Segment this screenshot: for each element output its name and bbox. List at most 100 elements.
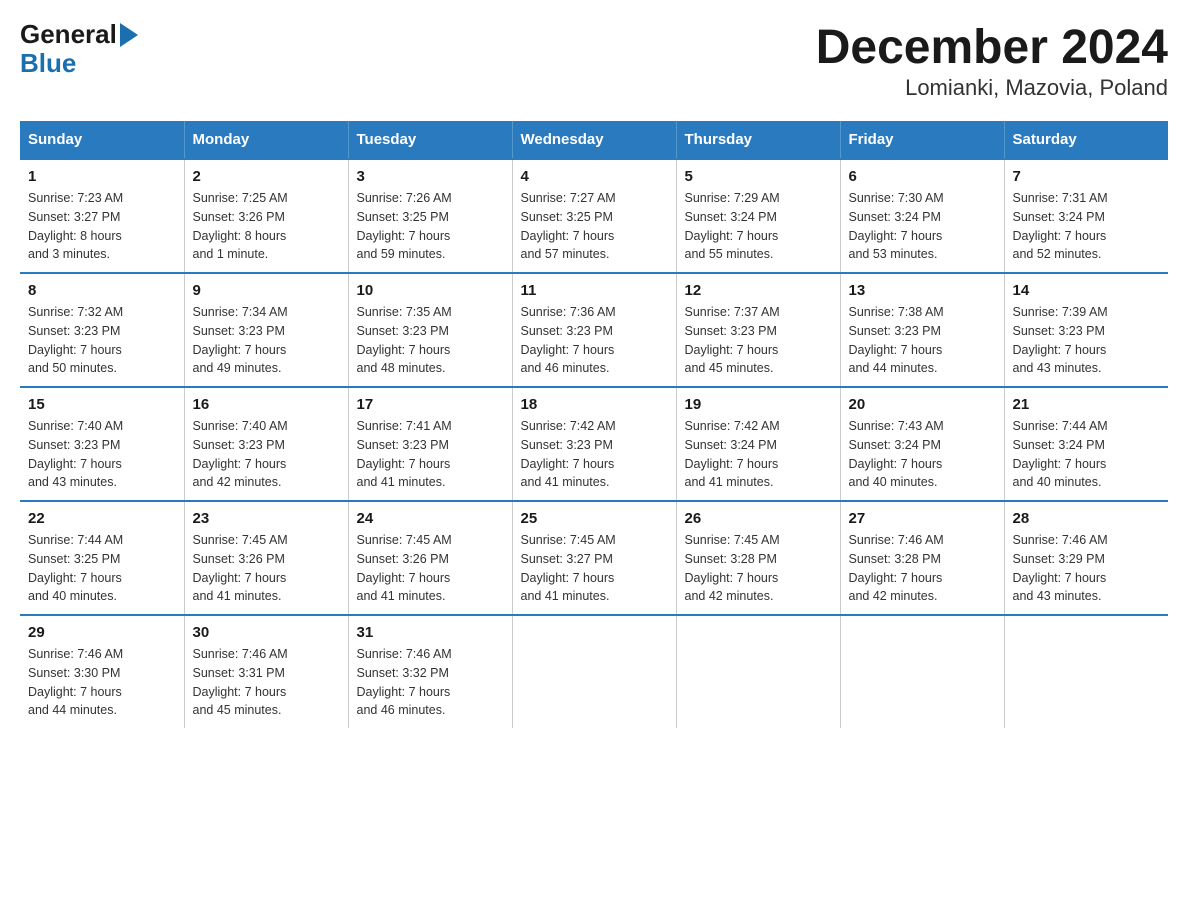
calendar-cell: 22 Sunrise: 7:44 AMSunset: 3:25 PMDayligh… [20,501,184,615]
calendar-cell [676,615,840,728]
day-of-week-header: Thursday [676,121,840,159]
calendar-cell: 4Sunrise: 7:27 AMSunset: 3:25 PMDaylight… [512,159,676,273]
calendar-cell: 6 Sunrise: 7:30 AMSunset: 3:24 PMDaylight… [840,159,1004,273]
day-info: Sunrise: 7:42 AMSunset: 3:23 PMDaylight:… [521,417,668,492]
calendar-title: December 2024 [816,20,1168,75]
day-info: Sunrise: 7:35 AMSunset: 3:23 PMDaylight:… [357,303,504,378]
day-info: Sunrise: 7:32 AMSunset: 3:23 PMDaylight:… [28,303,176,378]
day-number: 26 [685,510,832,527]
calendar-cell: 29 Sunrise: 7:46 AMSunset: 3:30 PMDayligh… [20,615,184,728]
day-info: Sunrise: 7:30 AMSunset: 3:24 PMDaylight:… [849,189,996,264]
calendar-cell [512,615,676,728]
calendar-week-row: 1Sunrise: 7:23 AMSunset: 3:27 PMDaylight… [20,159,1168,273]
day-info: Sunrise: 7:25 AMSunset: 3:26 PMDaylight:… [193,189,340,264]
calendar-cell [840,615,1004,728]
calendar-cell: 17Sunrise: 7:41 AMSunset: 3:23 PMDayligh… [348,387,512,501]
day-number: 24 [357,510,504,527]
day-of-week-header: Wednesday [512,121,676,159]
calendar-header-row: SundayMondayTuesdayWednesdayThursdayFrid… [20,121,1168,159]
day-info: Sunrise: 7:46 AMSunset: 3:29 PMDaylight:… [1013,531,1161,606]
day-number: 20 [849,396,996,413]
calendar-cell: 13 Sunrise: 7:38 AMSunset: 3:23 PMDayligh… [840,273,1004,387]
day-number: 5 [685,168,832,185]
day-number: 21 [1013,396,1161,413]
calendar-cell: 24 Sunrise: 7:45 AMSunset: 3:26 PMDayligh… [348,501,512,615]
calendar-cell: 8Sunrise: 7:32 AMSunset: 3:23 PMDaylight… [20,273,184,387]
day-info: Sunrise: 7:46 AMSunset: 3:30 PMDaylight:… [28,645,176,720]
day-info: Sunrise: 7:45 AMSunset: 3:26 PMDaylight:… [193,531,340,606]
day-info: Sunrise: 7:45 AMSunset: 3:27 PMDaylight:… [521,531,668,606]
day-info: Sunrise: 7:40 AMSunset: 3:23 PMDaylight:… [193,417,340,492]
day-number: 10 [357,282,504,299]
day-number: 18 [521,396,668,413]
calendar-week-row: 29 Sunrise: 7:46 AMSunset: 3:30 PMDayligh… [20,615,1168,728]
day-number: 6 [849,168,996,185]
day-number: 29 [28,624,176,641]
day-info: Sunrise: 7:46 AMSunset: 3:28 PMDaylight:… [849,531,996,606]
day-number: 12 [685,282,832,299]
day-number: 15 [28,396,176,413]
day-info: Sunrise: 7:38 AMSunset: 3:23 PMDaylight:… [849,303,996,378]
calendar-table: SundayMondayTuesdayWednesdayThursdayFrid… [20,121,1168,728]
calendar-cell: 9 Sunrise: 7:34 AMSunset: 3:23 PMDaylight… [184,273,348,387]
day-number: 2 [193,168,340,185]
calendar-cell: 21 Sunrise: 7:44 AMSunset: 3:24 PMDayligh… [1004,387,1168,501]
calendar-cell: 11Sunrise: 7:36 AMSunset: 3:23 PMDayligh… [512,273,676,387]
day-number: 1 [28,168,176,185]
day-info: Sunrise: 7:34 AMSunset: 3:23 PMDaylight:… [193,303,340,378]
day-number: 31 [357,624,504,641]
logo-blue-text: Blue [20,49,138,78]
day-info: Sunrise: 7:45 AMSunset: 3:28 PMDaylight:… [685,531,832,606]
calendar-cell: 25Sunrise: 7:45 AMSunset: 3:27 PMDayligh… [512,501,676,615]
calendar-cell: 28Sunrise: 7:46 AMSunset: 3:29 PMDayligh… [1004,501,1168,615]
day-info: Sunrise: 7:40 AMSunset: 3:23 PMDaylight:… [28,417,176,492]
day-of-week-header: Sunday [20,121,184,159]
calendar-cell: 16 Sunrise: 7:40 AMSunset: 3:23 PMDayligh… [184,387,348,501]
calendar-cell: 20 Sunrise: 7:43 AMSunset: 3:24 PMDayligh… [840,387,1004,501]
day-info: Sunrise: 7:43 AMSunset: 3:24 PMDaylight:… [849,417,996,492]
calendar-week-row: 22 Sunrise: 7:44 AMSunset: 3:25 PMDayligh… [20,501,1168,615]
day-number: 16 [193,396,340,413]
day-number: 27 [849,510,996,527]
page-header: General Blue December 2024 Lomianki, Maz… [20,20,1168,101]
day-info: Sunrise: 7:45 AMSunset: 3:26 PMDaylight:… [357,531,504,606]
day-info: Sunrise: 7:41 AMSunset: 3:23 PMDaylight:… [357,417,504,492]
calendar-cell: 7Sunrise: 7:31 AMSunset: 3:24 PMDaylight… [1004,159,1168,273]
day-of-week-header: Saturday [1004,121,1168,159]
calendar-cell: 10 Sunrise: 7:35 AMSunset: 3:23 PMDayligh… [348,273,512,387]
day-number: 13 [849,282,996,299]
day-info: Sunrise: 7:42 AMSunset: 3:24 PMDaylight:… [685,417,832,492]
calendar-cell: 27 Sunrise: 7:46 AMSunset: 3:28 PMDayligh… [840,501,1004,615]
day-number: 30 [193,624,340,641]
day-of-week-header: Tuesday [348,121,512,159]
calendar-cell: 3 Sunrise: 7:26 AMSunset: 3:25 PMDaylight… [348,159,512,273]
calendar-cell: 26 Sunrise: 7:45 AMSunset: 3:28 PMDayligh… [676,501,840,615]
day-number: 14 [1013,282,1161,299]
day-info: Sunrise: 7:44 AMSunset: 3:24 PMDaylight:… [1013,417,1161,492]
day-number: 9 [193,282,340,299]
logo-general-text: General [20,20,117,49]
calendar-cell: 23Sunrise: 7:45 AMSunset: 3:26 PMDayligh… [184,501,348,615]
title-block: December 2024 Lomianki, Mazovia, Poland [816,20,1168,101]
calendar-week-row: 15 Sunrise: 7:40 AMSunset: 3:23 PMDayligh… [20,387,1168,501]
day-info: Sunrise: 7:29 AMSunset: 3:24 PMDaylight:… [685,189,832,264]
calendar-cell: 5 Sunrise: 7:29 AMSunset: 3:24 PMDaylight… [676,159,840,273]
calendar-cell [1004,615,1168,728]
calendar-cell: 2 Sunrise: 7:25 AMSunset: 3:26 PMDaylight… [184,159,348,273]
calendar-week-row: 8Sunrise: 7:32 AMSunset: 3:23 PMDaylight… [20,273,1168,387]
day-number: 22 [28,510,176,527]
calendar-cell: 14 Sunrise: 7:39 AMSunset: 3:23 PMDayligh… [1004,273,1168,387]
day-info: Sunrise: 7:37 AMSunset: 3:23 PMDaylight:… [685,303,832,378]
day-number: 3 [357,168,504,185]
calendar-cell: 31 Sunrise: 7:46 AMSunset: 3:32 PMDayligh… [348,615,512,728]
calendar-cell: 19Sunrise: 7:42 AMSunset: 3:24 PMDayligh… [676,387,840,501]
day-info: Sunrise: 7:27 AMSunset: 3:25 PMDaylight:… [521,189,668,264]
calendar-cell: 12 Sunrise: 7:37 AMSunset: 3:23 PMDayligh… [676,273,840,387]
day-info: Sunrise: 7:46 AMSunset: 3:31 PMDaylight:… [193,645,340,720]
day-info: Sunrise: 7:44 AMSunset: 3:25 PMDaylight:… [28,531,176,606]
day-info: Sunrise: 7:26 AMSunset: 3:25 PMDaylight:… [357,189,504,264]
day-info: Sunrise: 7:46 AMSunset: 3:32 PMDaylight:… [357,645,504,720]
calendar-subtitle: Lomianki, Mazovia, Poland [816,75,1168,101]
logo: General Blue [20,20,138,77]
day-info: Sunrise: 7:39 AMSunset: 3:23 PMDaylight:… [1013,303,1161,378]
